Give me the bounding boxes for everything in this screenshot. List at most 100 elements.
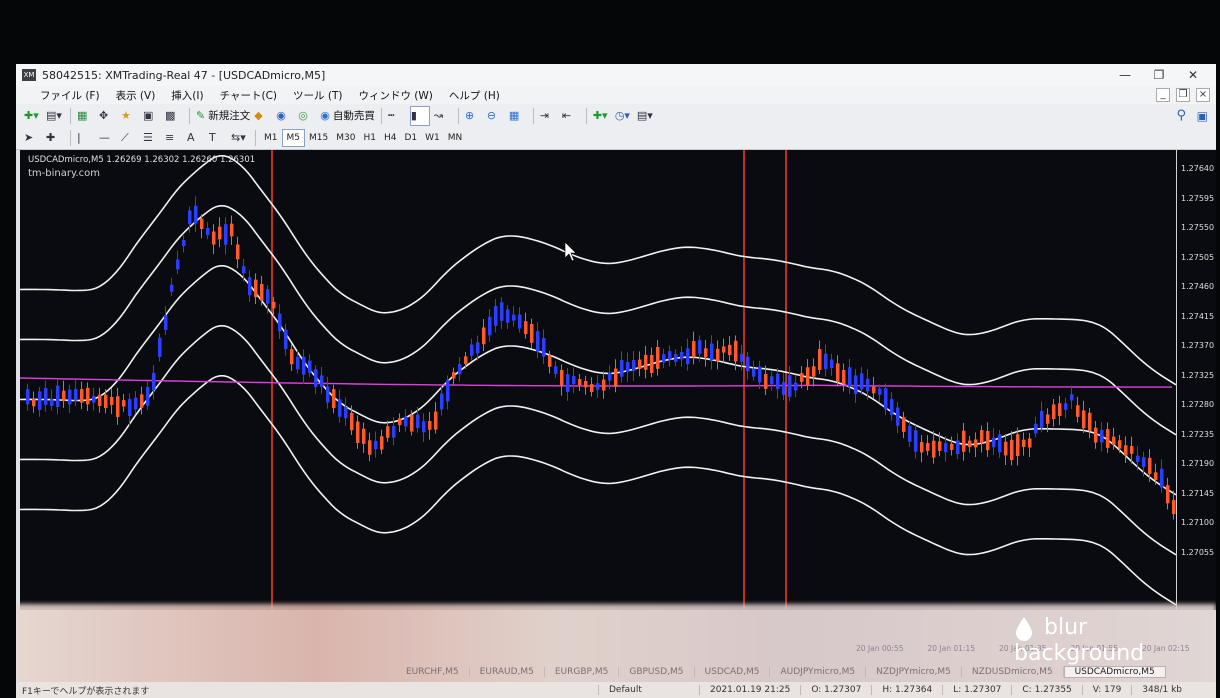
menu-chart[interactable]: チャート(C) xyxy=(212,88,285,103)
candle-bull xyxy=(290,349,294,365)
candle-bear xyxy=(170,284,174,292)
market-icon[interactable]: ◎ xyxy=(298,107,316,125)
child-minimize-button[interactable]: _ xyxy=(1156,88,1170,102)
profiles-icon[interactable]: ▤▾ xyxy=(46,107,64,125)
child-restore-button[interactable]: ❐ xyxy=(1176,88,1190,102)
menu-file[interactable]: ファイル (F) xyxy=(16,88,108,103)
candle-bear xyxy=(38,391,42,410)
chart-shift-icon[interactable]: ⇤ xyxy=(562,107,580,125)
navigator-icon[interactable]: ★ xyxy=(121,107,139,125)
maximize-button[interactable]: ❐ xyxy=(1142,64,1176,86)
metaeditor-icon[interactable]: ◆ xyxy=(254,107,272,125)
candle-bull xyxy=(602,379,606,391)
candle-bear xyxy=(320,375,324,387)
standard-toolbar: ✚▾ ▤▾ ▦ ✥ ★ ▣ ▩ ✎ 新規注文 ◆ ◉ ◎ ◉ 自動売買 ┅ ▮ … xyxy=(16,104,1216,127)
market-watch-icon[interactable]: ▦ xyxy=(77,107,95,125)
signals-icon[interactable]: ◉ xyxy=(276,107,294,125)
trendline-icon[interactable]: ⟋ xyxy=(121,129,139,147)
channel-icon[interactable]: ☰ xyxy=(143,129,161,147)
candle-bear xyxy=(824,353,828,370)
tab-eurgbp[interactable]: EURGBP,M5 xyxy=(545,667,620,677)
timeframe-w1[interactable]: W1 xyxy=(421,130,444,146)
candle-bear xyxy=(998,434,1002,453)
arrows-icon[interactable]: ⇆▾ xyxy=(231,129,249,147)
periods-icon[interactable]: ◷▾ xyxy=(615,107,633,125)
indicators-icon[interactable]: ✚▾ xyxy=(593,107,611,125)
tab-euraud[interactable]: EURAUD,M5 xyxy=(470,667,545,677)
candlestick-icon[interactable]: ▮ xyxy=(409,105,430,126)
tab-nzdjpymicro[interactable]: NZDJPYmicro,M5 xyxy=(866,667,962,677)
tab-usdcadmicro[interactable]: USDCADmicro,M5 xyxy=(1063,666,1166,678)
price-tick-label: 1.27550 xyxy=(1181,223,1215,232)
candle-bear xyxy=(314,369,318,387)
candle-bear xyxy=(956,440,960,455)
auto-trading-button[interactable]: ◉ 自動売買 xyxy=(320,107,375,125)
candle-bear xyxy=(188,210,192,225)
candle-bull xyxy=(932,440,936,458)
timeframe-d1[interactable]: D1 xyxy=(400,130,421,146)
price-chart[interactable]: USDCADmicro,M5 1.26269 1.26302 1.26260 1… xyxy=(19,150,1177,610)
menu-help[interactable]: ヘルプ (H) xyxy=(441,88,508,103)
bar-chart-icon[interactable]: ┅ xyxy=(388,107,406,125)
templates-icon[interactable]: ▤▾ xyxy=(637,107,655,125)
zoom-in-icon[interactable]: ⊕ xyxy=(465,107,483,125)
fibonacci-icon[interactable]: ≡ xyxy=(165,129,183,147)
candle-bear xyxy=(752,368,756,377)
text-icon[interactable]: A xyxy=(187,129,205,147)
tab-usdcad[interactable]: USDCAD,M5 xyxy=(695,667,771,677)
timeframe-h1[interactable]: H1 xyxy=(359,130,380,146)
crosshair-icon[interactable]: ✚ xyxy=(46,129,64,147)
price-tick-label: 1.27100 xyxy=(1181,518,1215,527)
candle-bull xyxy=(584,381,588,388)
autoscroll-icon[interactable]: ⇥ xyxy=(540,107,558,125)
candle-bull xyxy=(842,370,846,385)
price-axis[interactable]: 1.27640 1.27595 1.27550 1.27505 1.27460 1.274… xyxy=(1176,150,1216,610)
menu-view[interactable]: 表示 (V) xyxy=(108,88,164,103)
timeframe-h4[interactable]: H4 xyxy=(380,130,401,146)
vertical-line-icon[interactable]: | xyxy=(77,129,95,147)
menu-window[interactable]: ウィンドウ (W) xyxy=(350,88,440,103)
tile-windows-icon[interactable]: ▦ xyxy=(509,107,527,125)
tab-eurchf[interactable]: EURCHF,M5 xyxy=(396,667,470,677)
data-window-icon[interactable]: ✥ xyxy=(99,107,117,125)
new-order-label: 新規注文 xyxy=(208,109,251,122)
text-label-icon[interactable]: T xyxy=(209,129,227,147)
horizontal-line-icon[interactable]: — xyxy=(99,129,117,147)
cursor-icon[interactable]: ➤ xyxy=(24,129,42,147)
search-icon[interactable]: ⚲ xyxy=(1176,108,1186,123)
candle-bear xyxy=(248,277,252,296)
minimize-button[interactable]: — xyxy=(1108,64,1142,86)
timeframe-mn[interactable]: MN xyxy=(444,130,467,146)
price-tick-label: 1.27595 xyxy=(1181,193,1215,203)
menu-tools[interactable]: ツール (T) xyxy=(285,88,350,103)
zoom-out-icon[interactable]: ⊖ xyxy=(487,107,505,125)
tester-icon[interactable]: ▩ xyxy=(165,107,183,125)
timeframe-m15[interactable]: M15 xyxy=(305,130,332,146)
new-chart-icon[interactable]: ✚▾ xyxy=(24,107,42,125)
close-button[interactable]: ✕ xyxy=(1176,64,1210,86)
chart-tabs: EURCHF,M5 EURAUD,M5 EURGBP,M5 GBPUSD,M5 … xyxy=(16,664,1216,680)
new-order-button[interactable]: ✎ 新規注文 xyxy=(196,107,250,125)
tab-gbpusd[interactable]: GBPUSD,M5 xyxy=(619,667,695,677)
candle-bull xyxy=(32,399,36,407)
bollinger-band-line xyxy=(19,325,1177,556)
timeframe-m1[interactable]: M1 xyxy=(260,130,282,146)
chart-canvas[interactable] xyxy=(19,150,1177,610)
help-icon[interactable]: ▣ xyxy=(1197,109,1208,123)
line-chart-icon[interactable]: ↝ xyxy=(434,107,452,125)
child-close-button[interactable]: × xyxy=(1196,88,1210,102)
timeframe-m5[interactable]: M5 xyxy=(281,129,305,147)
status-volume: V: 179 xyxy=(1081,685,1132,695)
blur-background-watermark: blur background xyxy=(1014,616,1144,666)
timeframe-m30[interactable]: M30 xyxy=(332,130,359,146)
terminal-icon[interactable]: ▣ xyxy=(143,107,161,125)
tab-audjpymicro[interactable]: AUDJPYmicro,M5 xyxy=(770,667,867,677)
status-traffic: 348/1 kb xyxy=(1131,685,1192,695)
candle-bear xyxy=(896,407,900,426)
toolbar-separator xyxy=(585,107,587,124)
toolbar-separator xyxy=(380,107,382,124)
candle-bear xyxy=(512,314,516,321)
candle-bear xyxy=(476,342,480,354)
tab-nzdusdmicro[interactable]: NZDUSDmicro,M5 xyxy=(962,667,1064,677)
menu-insert[interactable]: 挿入(I) xyxy=(163,88,211,103)
